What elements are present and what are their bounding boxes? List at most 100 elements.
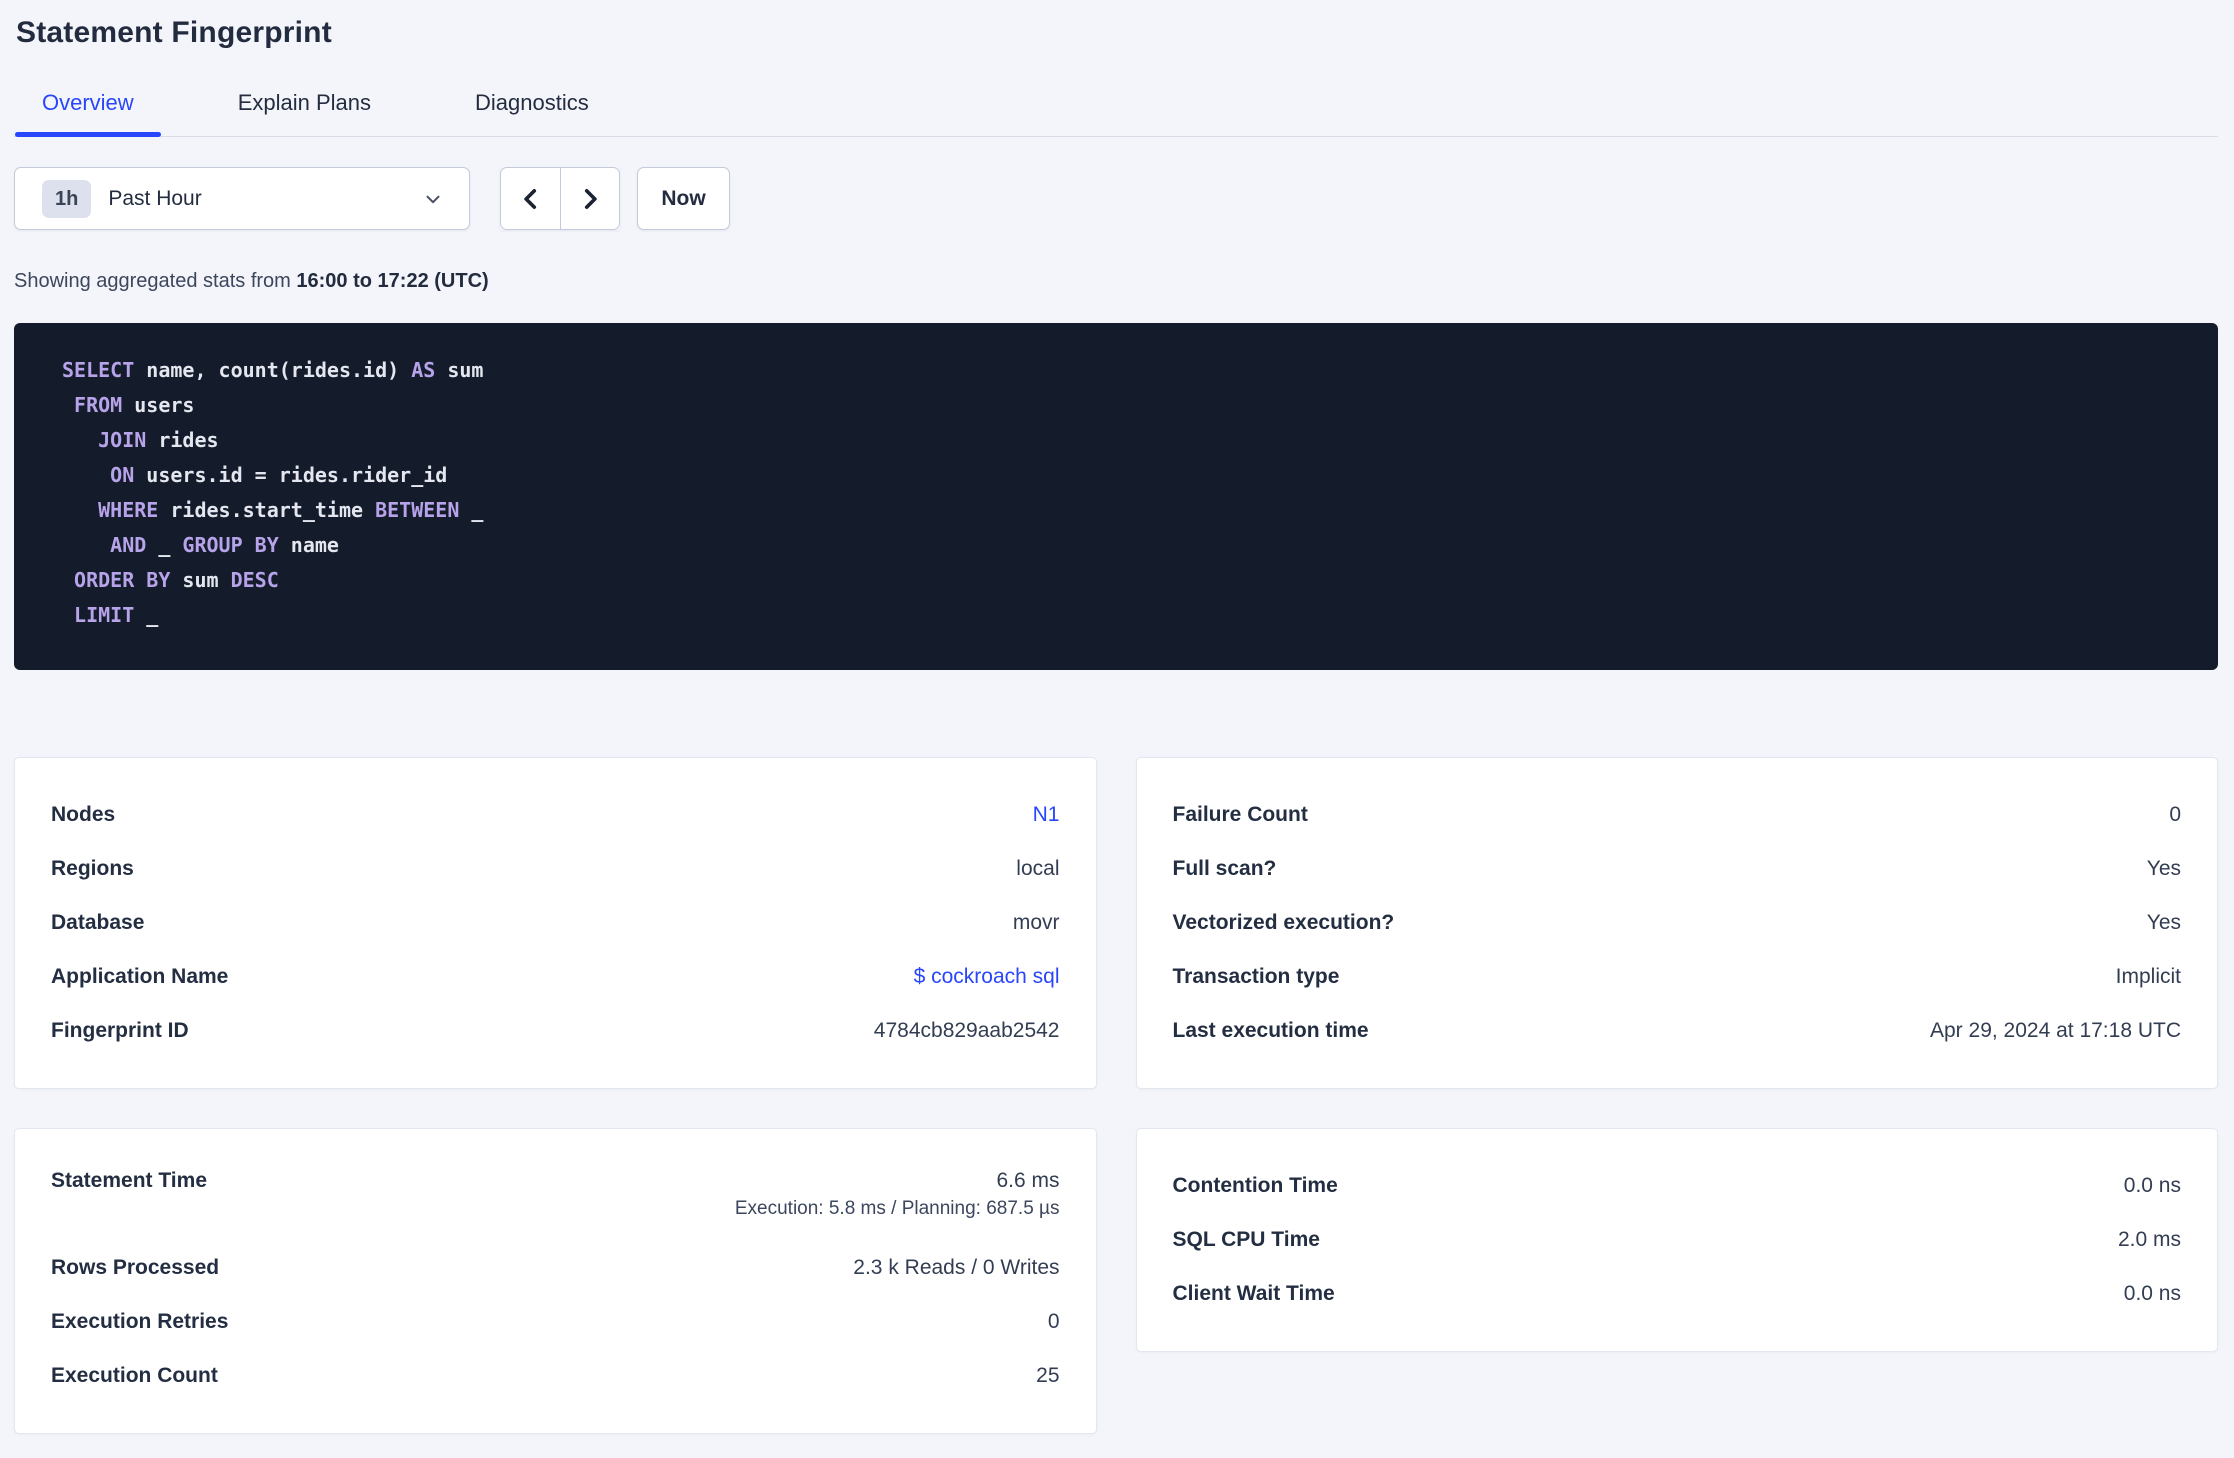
stat-value-wrap: 2.0 ms [2118, 1228, 2181, 1252]
sql-line: AND _ GROUP BY name [110, 533, 339, 557]
stat-value-wrap: Yes [2147, 857, 2181, 881]
timing-cards-row: Statement Time 6.6 ms Execution: 5.8 ms / … [14, 1128, 2218, 1434]
stat-value: 0 [2169, 803, 2181, 826]
sql-line: FROM users [74, 393, 195, 417]
stat-label: Statement Time [51, 1169, 207, 1192]
stat-value-wrap: 4784cb829aab2542 [874, 1019, 1060, 1043]
tab-bar: Overview Explain Plans Diagnostics [14, 84, 2218, 137]
stat-label: Full scan? [1172, 857, 1277, 880]
stat-value-wrap: N1 [1033, 803, 1060, 827]
stat-value: Yes [2146, 857, 2181, 880]
aggregated-stats-line: Showing aggregated stats from 16:00 to 1… [14, 270, 2218, 293]
stat-row: Execution Retries 0 [51, 1295, 1060, 1349]
stat-row: Last execution time Apr 29, 2024 at 17:18… [1173, 1004, 2182, 1058]
stat-value-wrap: 6.6 ms Execution: 5.8 ms / Planning: 687.… [735, 1169, 1060, 1220]
sql-line: LIMIT _ [74, 603, 159, 627]
stat-value: 2.3 k Reads / 0 Writes [853, 1256, 1060, 1279]
chevron-right-icon [577, 186, 603, 212]
stat-value-wrap: 0 [1048, 1310, 1060, 1334]
next-time-range-button[interactable] [560, 167, 620, 230]
time-range-badge: 1h [42, 179, 92, 218]
sql-line: ORDER BY sum DESC [74, 568, 279, 592]
stat-value-link[interactable]: N1 [1033, 803, 1060, 827]
stat-value-wrap: Yes [2147, 911, 2181, 935]
stat-value: 6.6 ms [996, 1169, 1060, 1192]
chevron-left-icon [518, 186, 544, 212]
overview-cards-row: Nodes N1 Regions local Database movr Applicati… [14, 757, 2218, 1089]
stat-label: Rows Processed [51, 1256, 220, 1279]
stat-label: Execution Count [51, 1364, 218, 1387]
sql-line: WHERE rides.start_time BETWEEN _ [98, 498, 484, 522]
stat-label: Execution Retries [51, 1310, 229, 1333]
stat-value-wrap: Apr 29, 2024 at 17:18 UTC [1930, 1019, 2181, 1043]
stat-label: Failure Count [1172, 803, 1308, 826]
stat-label: Regions [51, 857, 134, 880]
tab-explain-plans[interactable]: Explain Plans [211, 84, 398, 136]
now-button[interactable]: Now [637, 167, 730, 230]
stat-value: 0.0 ns [2123, 1174, 2181, 1197]
stat-value-wrap: Implicit [2116, 965, 2181, 989]
stat-value: 4784cb829aab2542 [873, 1019, 1060, 1042]
stat-value: 2.0 ms [2117, 1228, 2181, 1251]
statement-fingerprint-page: Statement Fingerprint Overview Explain Pl… [0, 0, 2234, 1434]
stat-value-wrap: 2.3 k Reads / 0 Writes [853, 1256, 1059, 1280]
stat-row: Application Name $ cockroach sql [51, 950, 1060, 1004]
timing-card-right: Contention Time 0.0 ns SQL CPU Time 2.0 ms C… [1135, 1128, 2218, 1352]
aggregated-stats-prefix: Showing aggregated stats from [14, 270, 297, 292]
stat-value: local [1016, 857, 1060, 880]
page-title: Statement Fingerprint [16, 16, 332, 49]
stat-label: Application Name [51, 965, 229, 988]
stat-value: Yes [2146, 911, 2181, 934]
stat-value: Apr 29, 2024 at 17:18 UTC [1930, 1019, 2181, 1042]
stat-value: 0.0 ns [2123, 1282, 2181, 1305]
stat-label: SQL CPU Time [1172, 1228, 1320, 1251]
stat-label: Fingerprint ID [51, 1019, 189, 1042]
stat-value: 25 [1036, 1364, 1060, 1387]
time-range-pager [500, 167, 620, 230]
stat-value-link[interactable]: $ cockroach sql [914, 965, 1060, 989]
stat-value-wrap: 25 [1036, 1364, 1059, 1388]
stat-row: Client Wait Time 0.0 ns [1173, 1267, 2182, 1321]
stat-value-wrap: 0.0 ns [2124, 1282, 2181, 1306]
stat-row: Transaction type Implicit [1173, 950, 2182, 1004]
stat-value-wrap: movr [1013, 911, 1060, 935]
sql-line: SELECT name, count(rides.id) AS sum [62, 358, 484, 382]
stat-row: Contention Time 0.0 ns [1173, 1159, 2182, 1213]
sql-line: JOIN rides [98, 428, 219, 452]
stat-row: Regions local [51, 842, 1060, 896]
stat-row: Execution Count 25 [51, 1349, 1060, 1403]
chevron-down-icon [422, 188, 444, 210]
time-range-dropdown[interactable]: 1h Past Hour [14, 167, 470, 230]
tab-overview[interactable]: Overview [15, 84, 161, 137]
stat-row: Nodes N1 [51, 788, 1060, 842]
stat-value-wrap: 0 [2169, 803, 2181, 827]
stat-value-wrap: local [1016, 857, 1059, 881]
stat-value-wrap: 0.0 ns [2124, 1174, 2181, 1198]
stat-label: Vectorized execution? [1172, 911, 1395, 934]
stat-label: Last execution time [1172, 1019, 1369, 1042]
stat-subvalue: Execution: 5.8 ms / Planning: 687.5 µs [734, 1198, 1060, 1219]
stat-value: Implicit [2115, 965, 2181, 988]
stat-value: movr [1012, 911, 1060, 934]
time-range-label: Past Hour [108, 186, 202, 210]
sql-statement-box: SELECT name, count(rides.id) AS sum FROM… [14, 323, 2218, 670]
stat-row: Fingerprint ID 4784cb829aab2542 [51, 1004, 1060, 1058]
aggregated-stats-range: 16:00 to 17:22 (UTC) [296, 270, 489, 292]
timing-card-left: Statement Time 6.6 ms Execution: 5.8 ms / … [14, 1128, 1097, 1434]
prev-time-range-button[interactable] [500, 167, 560, 230]
stat-row: Statement Time 6.6 ms Execution: 5.8 ms / … [51, 1159, 1060, 1241]
stat-row: Full scan? Yes [1173, 842, 2182, 896]
tab-diagnostics[interactable]: Diagnostics [448, 84, 616, 136]
sql-line: ON users.id = rides.rider_id [110, 463, 448, 487]
stat-row: Rows Processed 2.3 k Reads / 0 Writes [51, 1241, 1060, 1295]
stat-label: Contention Time [1172, 1174, 1338, 1197]
stat-row: Vectorized execution? Yes [1173, 896, 2182, 950]
stat-row: Database movr [51, 896, 1060, 950]
stat-label: Nodes [51, 803, 116, 826]
stat-value-wrap: $ cockroach sql [914, 965, 1060, 989]
stat-row: SQL CPU Time 2.0 ms [1173, 1213, 2182, 1267]
stat-value: 0 [1047, 1310, 1060, 1333]
stat-label: Database [51, 911, 145, 934]
overview-card-right: Failure Count 0 Full scan? Yes Vectorized ex… [1135, 757, 2218, 1089]
overview-card-left: Nodes N1 Regions local Database movr Applicati… [14, 757, 1097, 1089]
